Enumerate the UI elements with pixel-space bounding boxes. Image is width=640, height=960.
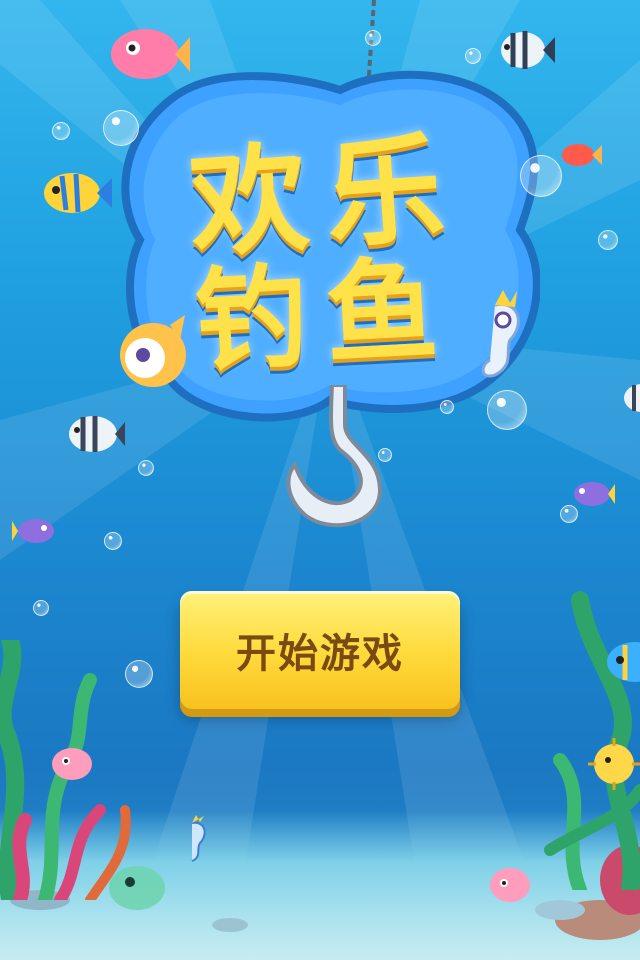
pink-fish-icon [490,868,530,902]
start-game-button[interactable]: 开始游戏 [180,591,460,709]
pink-fish-icon [111,29,190,79]
purple-fish-icon [12,519,54,543]
purple-fish-icon [574,482,615,506]
bubble-icon [487,390,527,430]
bubble-icon [365,30,381,46]
seahorse-character-icon [481,290,520,378]
small-red-fish-icon [562,144,602,166]
green-fish-icon [109,866,165,910]
blue-fish-icon [607,642,640,682]
bubble-icon [103,110,139,146]
striped-fish-icon [624,384,640,412]
bubble-icon [138,460,154,476]
cat-fish-character-icon [120,315,186,387]
angelfish-icon [501,31,555,69]
bubble-icon [560,505,578,523]
bubble-icon [378,448,392,462]
bubble-icon [33,600,49,616]
yellow-fish-icon [44,173,112,213]
bubble-icon [465,48,481,64]
bubble-icon [52,122,70,140]
bubble-icon [440,400,454,414]
striped-fish-icon [69,416,125,452]
pufferfish-icon [588,738,640,790]
seahorse-small-icon [191,815,206,862]
game-start-screen: 欢乐 钓鱼 开始游戏 [0,0,640,960]
bubble-icon [598,230,618,250]
pink-fish-icon [52,748,92,780]
bubble-icon [520,155,562,197]
bubble-icon [125,660,153,688]
bubble-icon [104,532,122,550]
